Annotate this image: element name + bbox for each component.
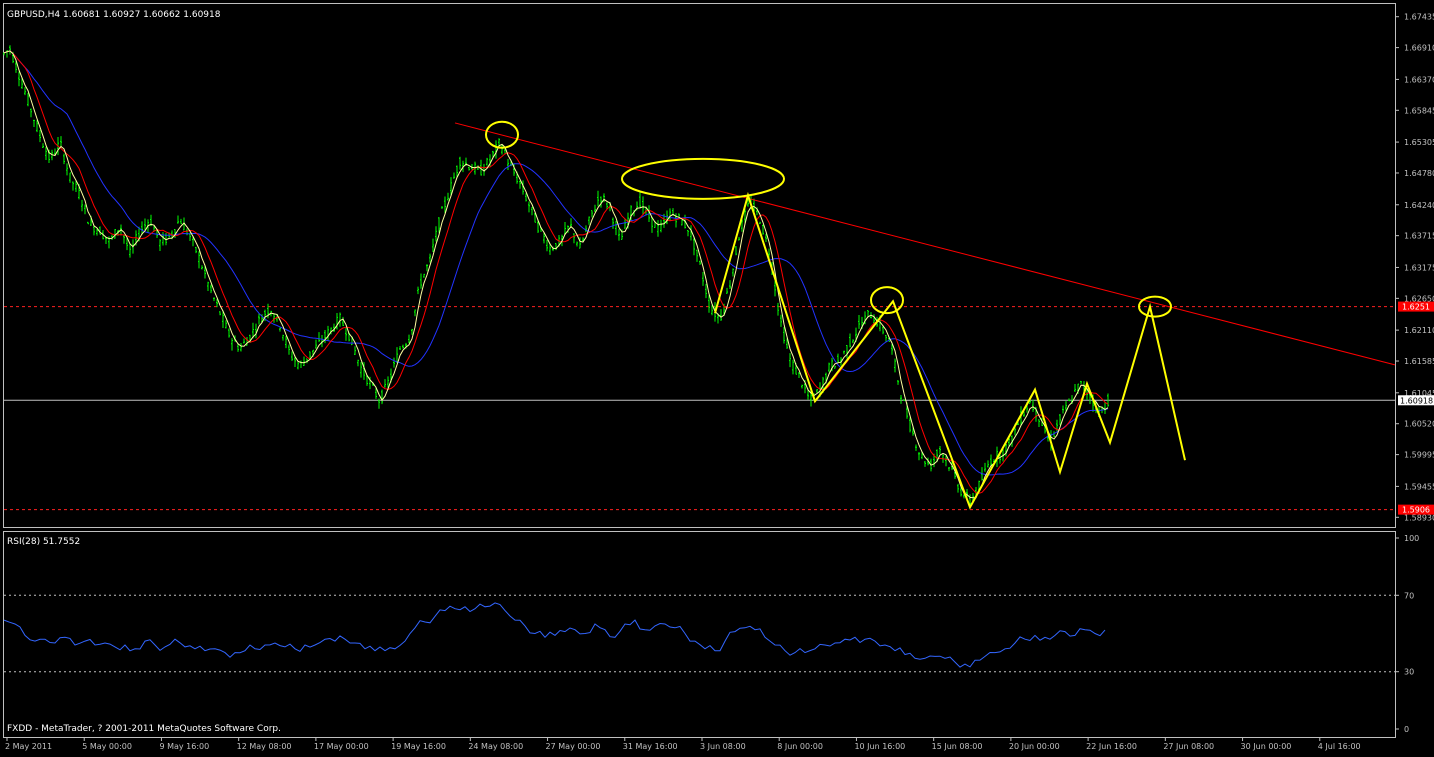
- time-axis-label: 27 May 00:00: [546, 742, 601, 751]
- time-axis-label: 22 Jun 16:00: [1086, 742, 1137, 751]
- time-axis-label: 5 May 00:00: [82, 742, 132, 751]
- rsi-axis-label: 0: [1404, 725, 1409, 734]
- rsi-line: [3, 602, 1106, 668]
- time-axis-label: 19 May 16:00: [391, 742, 446, 751]
- rsi-axis-label: 100: [1404, 534, 1419, 543]
- price-axis-label: 1.65845: [1404, 106, 1434, 115]
- time-axis-label: 27 Jun 08:00: [1163, 742, 1214, 751]
- time-axis-label: 31 May 16:00: [623, 742, 678, 751]
- ma-mid-line: [3, 50, 1109, 494]
- time-axis-label: 9 May 16:00: [159, 742, 209, 751]
- price-axis-label: 1.63715: [1404, 232, 1434, 241]
- chart-window[interactable]: 1.67435 1.66910 1.66370 1.65845 1.65305 1.647…: [0, 0, 1434, 753]
- price-axis-label: 1.59995: [1404, 451, 1434, 460]
- ma-slow-line: [3, 50, 1109, 476]
- rsi-pane-frame: [3, 531, 1396, 738]
- rsi-label: RSI(28) 51.7552: [7, 537, 80, 547]
- price-plot: [3, 45, 1396, 511]
- price-axis-label: 1.67435: [1404, 13, 1434, 22]
- resistance-price-tag-label: 1.6251: [1402, 303, 1430, 312]
- time-axis-label: 12 May 08:00: [237, 742, 292, 751]
- rsi-plot: [3, 594, 1395, 673]
- price-axis-label: 1.59455: [1404, 482, 1434, 491]
- chart-canvas[interactable]: 1.67435 1.66910 1.66370 1.65845 1.65305 1.647…: [0, 0, 1434, 753]
- price-axis-label: 1.66910: [1404, 44, 1434, 53]
- price-axis-label: 1.65305: [1404, 138, 1434, 147]
- rsi-axis-label: 30: [1404, 668, 1414, 677]
- time-axis-label: 10 Jun 16:00: [854, 742, 905, 751]
- support-price-tag-label: 1.5906: [1402, 506, 1430, 515]
- highlight-ellipse: [621, 157, 785, 200]
- price-axis-label: 1.58930: [1404, 513, 1434, 522]
- time-axis-label: 15 Jun 08:00: [932, 742, 983, 751]
- time-axis-label: 17 May 00:00: [314, 742, 369, 751]
- price-axis-label: 1.64240: [1404, 201, 1434, 210]
- resistance-trendline: [454, 122, 1396, 366]
- time-axis-label: 4 Jul 16:00: [1318, 742, 1361, 751]
- current-price-tag-label: 1.60918: [1400, 396, 1433, 405]
- price-axis-label: 1.61585: [1404, 357, 1434, 366]
- price-axis-label: 1.60520: [1404, 420, 1434, 429]
- price-axis-label: 1.64780: [1404, 169, 1434, 178]
- price-axis-label: 1.66370: [1404, 75, 1434, 84]
- time-axis-label: 8 Jun 00:00: [777, 742, 823, 751]
- highlight-ellipse: [1138, 295, 1172, 318]
- time-axis-label: 30 Jun 00:00: [1241, 742, 1292, 751]
- rsi-axis-label: 70: [1404, 591, 1414, 600]
- time-axis-label: 24 May 08:00: [468, 742, 523, 751]
- time-axis-label: 3 Jun 08:00: [700, 742, 746, 751]
- price-axis-label: 1.62110: [1404, 326, 1434, 335]
- time-axis-label: 20 Jun 00:00: [1009, 742, 1060, 751]
- copyright-text: FXDD - MetaTrader, ? 2001-2011 MetaQuote…: [7, 724, 281, 734]
- axes: 1.67435 1.66910 1.66370 1.65845 1.65305 1.647…: [5, 13, 1434, 751]
- price-axis-label: 1.63175: [1404, 263, 1434, 272]
- symbol-header: GBPUSD,H4 1.60681 1.60927 1.60662 1.6091…: [7, 10, 221, 20]
- time-axis-label: 2 May 2011: [5, 742, 52, 751]
